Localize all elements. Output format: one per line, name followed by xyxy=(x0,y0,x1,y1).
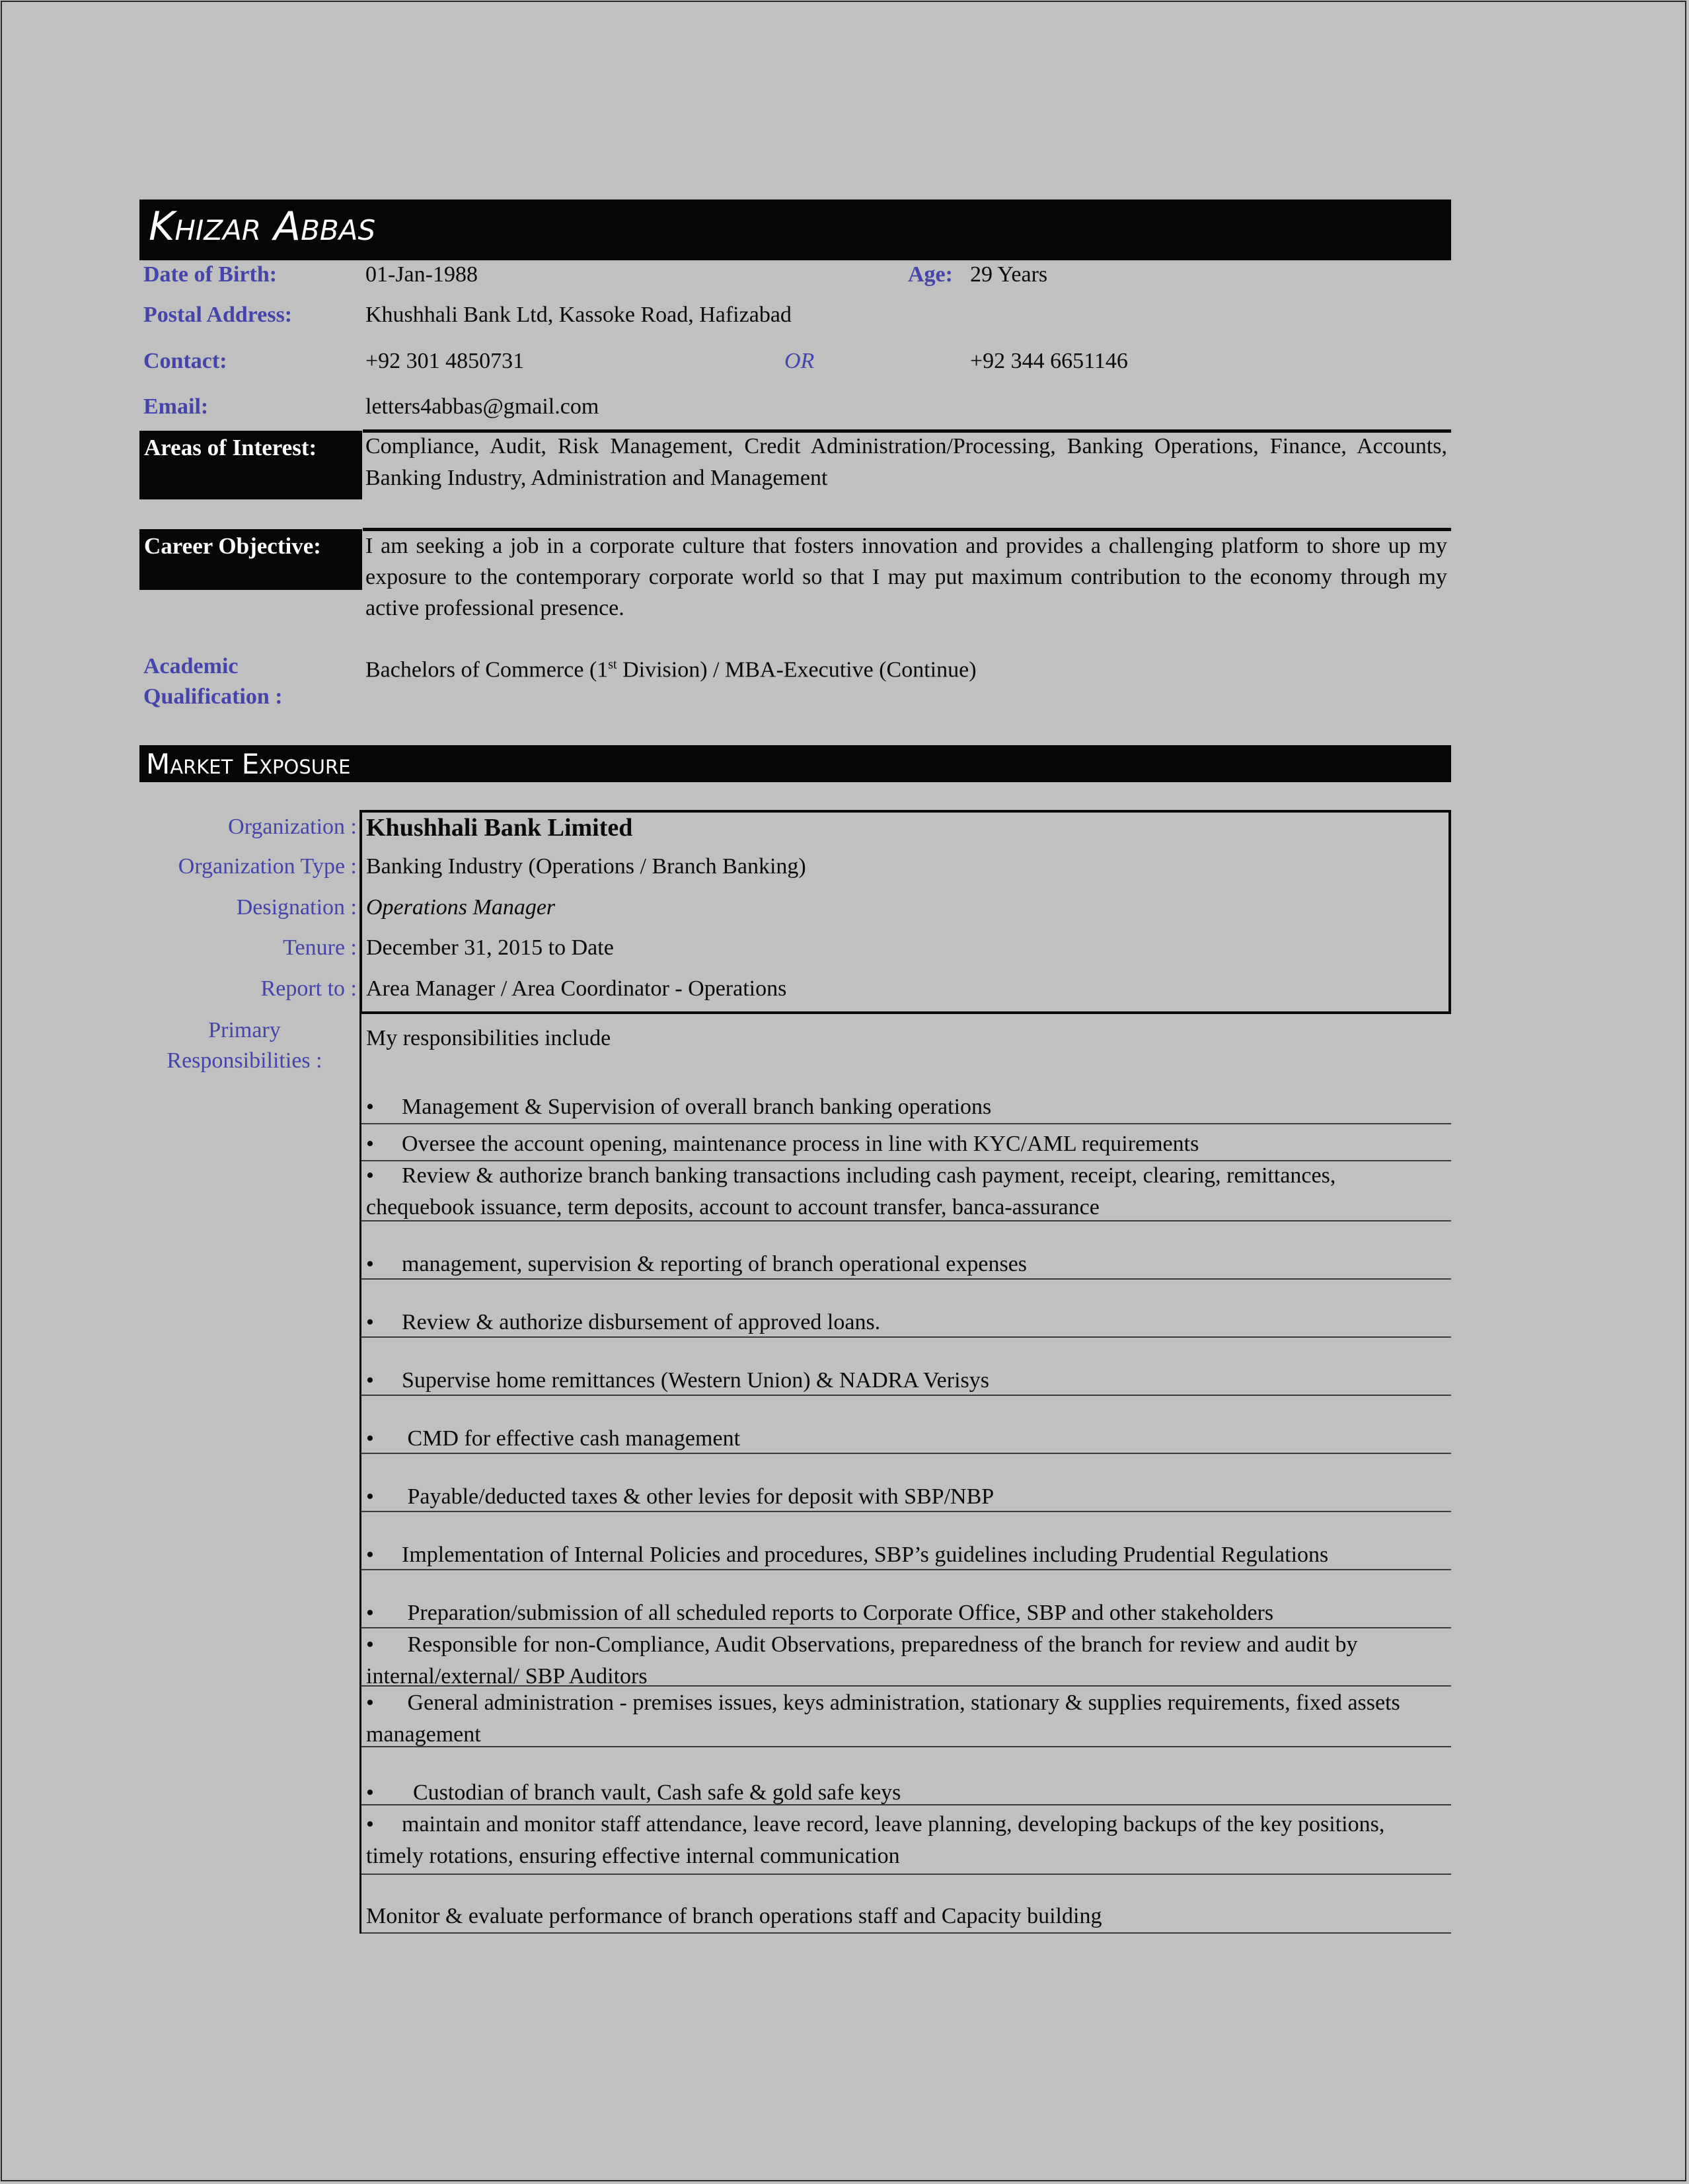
responsibility-item: • Implementation of Internal Policies and… xyxy=(366,1539,1447,1571)
address-value: Khushhali Bank Ltd, Kassoke Road, Hafiza… xyxy=(365,303,792,327)
academic-label-line1: Academic xyxy=(143,654,239,678)
responsibility-rule xyxy=(361,1278,1451,1280)
academic-text: Bachelors of Commerce (1st Division) / M… xyxy=(365,657,977,682)
responsibilities-left-rule xyxy=(359,1014,361,1934)
responsibility-item: • Oversee the account opening, maintenanc… xyxy=(366,1128,1447,1160)
interests-label: Areas of Interest: xyxy=(139,431,362,499)
age-value: 29 Years xyxy=(970,262,1048,287)
responsibility-text: Preparation/submission of all scheduled … xyxy=(402,1601,1274,1625)
contact-label: Contact: xyxy=(143,349,227,373)
bullet-icon: • xyxy=(366,1252,374,1276)
dob-value: 01-Jan-1988 xyxy=(365,262,478,287)
responsibility-closing: Monitor & evaluate performance of branch… xyxy=(366,1904,1102,1928)
email-value[interactable]: letters4abbas@gmail.com xyxy=(365,394,599,419)
email-label: Email: xyxy=(143,394,209,419)
responsibility-rule xyxy=(361,1453,1451,1454)
bullet-icon: • xyxy=(366,1310,374,1334)
bullet-icon: • xyxy=(366,1543,374,1567)
responsibility-item: • Preparation/submission of all schedule… xyxy=(366,1597,1447,1629)
bullet-icon: • xyxy=(366,1601,374,1625)
organization-label: Organization : xyxy=(228,815,357,839)
org-type-value: Banking Industry (Operations / Branch Ba… xyxy=(366,854,806,879)
bullet-icon: • xyxy=(366,1163,374,1188)
name-header-bar: Khizar Abbas xyxy=(139,200,1451,260)
tenure-label: Tenure : xyxy=(283,935,357,960)
responsibility-rule xyxy=(361,1336,1451,1338)
responsibilities-intro: My responsibilities include xyxy=(366,1026,611,1050)
responsibility-rule xyxy=(361,1685,1451,1687)
responsibility-text: Oversee the account opening, maintenance… xyxy=(402,1132,1199,1156)
responsibility-rule xyxy=(361,1627,1451,1628)
objective-text: I am seeking a job in a corporate cultur… xyxy=(365,534,1447,620)
address-label: Postal Address: xyxy=(143,303,293,327)
or-separator: OR xyxy=(784,349,815,373)
bullet-icon: • xyxy=(366,1632,374,1657)
responsibility-item: • Review & authorize disbursement of appr… xyxy=(366,1307,1447,1338)
responsibility-text: Supervise home remittances (Western Unio… xyxy=(402,1368,989,1393)
responsibilities-label-line1: Primary xyxy=(208,1018,281,1042)
responsibility-item: • Payable/deducted taxes & other levies … xyxy=(366,1481,1447,1513)
responsibility-item: • maintain and monitor staff attendance, … xyxy=(366,1809,1447,1872)
report-to-label: Report to : xyxy=(260,976,357,1001)
bullet-icon: • xyxy=(366,1132,374,1156)
phone-primary: +92 301 4850731 xyxy=(365,349,525,373)
bullet-icon: • xyxy=(366,1484,374,1509)
market-exposure-title: Market Exposure xyxy=(146,748,351,780)
academic-degree: Bachelors of Commerce (1 xyxy=(365,657,609,682)
report-to-value: Area Manager / Area Coordinator - Operat… xyxy=(366,976,787,1001)
responsibility-rule xyxy=(361,1569,1451,1570)
organization-value: Khushhali Bank Limited xyxy=(366,814,633,842)
age-label: Age: xyxy=(908,262,953,287)
bullet-icon: • xyxy=(366,1812,374,1837)
responsibility-rule xyxy=(361,1874,1451,1875)
tenure-value: December 31, 2015 to Date xyxy=(366,935,614,960)
responsibility-item: • Management & Supervision of overall bra… xyxy=(366,1091,1447,1123)
responsibility-text: CMD for effective cash management xyxy=(402,1426,741,1451)
responsibility-rule xyxy=(361,1932,1451,1934)
responsibility-rule xyxy=(361,1511,1451,1512)
responsibilities-label-line2: Responsibilities : xyxy=(167,1048,322,1073)
bullet-icon: • xyxy=(366,1691,374,1715)
responsibility-text: Management & Supervision of overall bran… xyxy=(402,1095,992,1119)
academic-label-line2: Qualification : xyxy=(143,684,283,709)
phone-secondary: +92 344 6651146 xyxy=(970,349,1128,373)
responsibility-text: maintain and monitor staff attendance, l… xyxy=(366,1812,1390,1868)
academic-superscript: st xyxy=(608,657,617,672)
responsibility-item: • CMD for effective cash management xyxy=(366,1423,1447,1455)
responsibility-text: Implementation of Internal Policies and … xyxy=(402,1543,1329,1567)
designation-label: Designation : xyxy=(236,895,357,920)
responsibility-text: Custodian of branch vault, Cash safe & g… xyxy=(402,1780,901,1805)
responsibility-item: • Responsible for non-Compliance, Audit … xyxy=(366,1629,1447,1693)
responsibilities-label: Primary Responsibilities : xyxy=(152,1015,337,1076)
bullet-icon: • xyxy=(366,1095,374,1119)
dob-label: Date of Birth: xyxy=(143,262,278,287)
responsibility-text: Review & authorize branch banking transa… xyxy=(366,1163,1341,1219)
objective-label: Career Objective: xyxy=(139,529,362,590)
responsibility-text: Review & authorize disbursement of appro… xyxy=(402,1310,881,1334)
responsibility-rule xyxy=(361,1804,1451,1805)
bullet-icon: • xyxy=(366,1368,374,1393)
responsibility-item: • General administration - premises issu… xyxy=(366,1687,1447,1751)
responsibility-item: • Supervise home remittances (Western Uni… xyxy=(366,1365,1447,1397)
responsibility-text: General administration - premises issues… xyxy=(366,1691,1406,1747)
academic-degree-rest: Division) / MBA-Executive (Continue) xyxy=(617,657,977,682)
responsibility-rule xyxy=(361,1746,1451,1747)
responsibility-item: • management, supervision & reporting of … xyxy=(366,1249,1447,1280)
org-type-label: Organization Type : xyxy=(178,854,357,879)
responsibility-rule xyxy=(361,1123,1451,1124)
responsibility-rule xyxy=(361,1220,1451,1221)
responsibility-item: • Review & authorize branch banking trans… xyxy=(366,1160,1447,1223)
candidate-name: Khizar Abbas xyxy=(149,203,376,250)
designation-value: Operations Manager xyxy=(366,895,556,920)
responsibility-rule xyxy=(361,1395,1451,1396)
responsibility-text: Payable/deducted taxes & other levies fo… xyxy=(402,1484,995,1509)
academic-label: Academic Qualification : xyxy=(143,651,283,712)
market-exposure-bar: Market Exposure xyxy=(139,745,1451,782)
responsibility-text: management, supervision & reporting of b… xyxy=(402,1252,1028,1276)
interests-text: Compliance, Audit, Risk Management, Cred… xyxy=(365,434,1447,490)
bullet-icon: • xyxy=(366,1426,374,1451)
responsibility-text: Responsible for non-Compliance, Audit Ob… xyxy=(366,1632,1364,1689)
